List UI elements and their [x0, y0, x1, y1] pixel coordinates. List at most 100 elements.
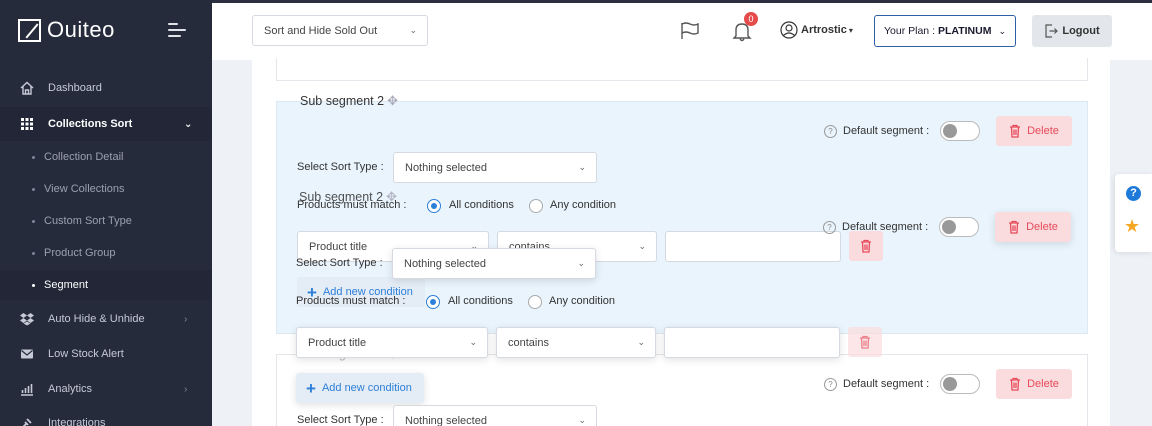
add-condition-label: Add new condition [321, 382, 412, 394]
plan-prefix: Your Plan : [884, 25, 935, 37]
sidebar-subitem-label: View Collections [44, 183, 125, 195]
default-segment-label: Default segment : [843, 125, 930, 137]
sidebar-item-collections-sort[interactable]: Collections Sort ⌄ [0, 107, 212, 141]
chevron-right-icon: › [184, 313, 188, 325]
chevron-down-icon: ⌄ [184, 118, 193, 130]
sidebar-subitem-product-group[interactable]: Product Group [0, 238, 212, 268]
sidebar-item-low-stock-alert[interactable]: Low Stock Alert [0, 337, 212, 371]
any-condition-label: Any condition [550, 199, 617, 211]
default-segment-toggle[interactable] [939, 217, 979, 237]
all-conditions-radio[interactable] [426, 295, 440, 309]
segment-title-text: Sub segment 2 [300, 94, 385, 108]
segment-title: Sub segment 2 ✥ [300, 93, 398, 109]
delete-segment-button[interactable]: Delete [996, 116, 1072, 146]
condition-value-input[interactable] [665, 231, 841, 262]
bullet-icon [32, 251, 35, 255]
condition-operator-select[interactable]: contains ⌄ [496, 327, 656, 358]
logout-button[interactable]: Logout [1032, 15, 1112, 47]
chevron-down-icon: ⌄ [578, 162, 586, 172]
top-header: Sort and Hide Sold Out ⌄ 0 Artrostic ▾ Y… [212, 0, 1152, 60]
any-condition-radio[interactable] [528, 295, 542, 309]
plan-name: PLATINUM [937, 25, 992, 37]
sidebar-item-auto-hide[interactable]: Auto Hide & Unhide › [0, 302, 212, 336]
default-segment-toggle[interactable] [940, 121, 980, 141]
mail-icon [21, 349, 33, 359]
any-condition-label: Any condition [549, 295, 616, 307]
all-conditions-label: All conditions [448, 295, 513, 307]
notification-badge: 0 [744, 12, 758, 26]
sidebar-subitem-custom-sort-type[interactable]: Custom Sort Type [0, 206, 212, 236]
chevron-down-icon: ⌄ [638, 241, 646, 251]
default-segment-label: Default segment : [842, 221, 929, 233]
delete-segment-button[interactable]: Delete [996, 369, 1072, 399]
plus-icon: + [306, 378, 316, 398]
user-menu[interactable]: Artrostic ▾ [780, 21, 853, 39]
trash-icon [1009, 220, 1020, 234]
delete-segment-button[interactable]: Delete [995, 212, 1071, 242]
bullet-icon [32, 283, 35, 287]
brand-logo[interactable]: Ouiteo [18, 17, 115, 43]
help-icon[interactable]: ? [1126, 186, 1141, 201]
logout-icon [1045, 24, 1059, 38]
any-condition-radio[interactable] [529, 199, 543, 213]
dropbox-icon [20, 313, 34, 326]
floating-help-panel: ? ★ [1115, 174, 1152, 252]
sort-type-value: Nothing selected [404, 257, 486, 270]
segment-title-text: Sub segment 2 [299, 190, 384, 204]
condition-field-select[interactable]: Product title ⌄ [296, 327, 488, 358]
default-segment-toggle[interactable] [940, 374, 980, 394]
sort-mode-select[interactable]: Sort and Hide Sold Out ⌄ [252, 15, 428, 46]
sidebar-subitem-label: Segment [44, 279, 89, 291]
trash-icon [1010, 124, 1021, 138]
match-label: Products must match : [296, 295, 406, 307]
help-circle-icon[interactable]: ? [824, 378, 837, 391]
sidebar-item-analytics[interactable]: Analytics › [0, 372, 212, 406]
previous-segment-card [276, 58, 1088, 81]
star-icon[interactable]: ★ [1124, 216, 1140, 237]
drag-handle-icon[interactable]: ✥ [387, 93, 398, 109]
user-name: Artrostic [801, 24, 847, 36]
drag-handle-icon[interactable]: ✥ [386, 189, 397, 205]
sidebar-subitem-label: Custom Sort Type [44, 215, 132, 227]
remove-condition-button[interactable] [848, 327, 882, 357]
add-condition-button[interactable]: + Add new condition [296, 373, 424, 403]
sidebar-subitem-segment[interactable]: Segment [0, 270, 212, 300]
remove-condition-button[interactable] [849, 231, 883, 261]
condition-value-input[interactable] [664, 327, 840, 358]
sidebar-subitem-collection-detail[interactable]: Collection Detail [0, 142, 212, 172]
sidebar: Ouiteo Dashboard Collections Sort ⌄ Coll… [0, 0, 212, 426]
sidebar-item-dashboard[interactable]: Dashboard [0, 71, 212, 105]
dragged-segment-title: Sub segment 2 ✥ [299, 189, 397, 205]
plan-dropdown[interactable]: Your Plan : PLATINUM ⌄ [874, 15, 1016, 47]
sidebar-item-label: Low Stock Alert [48, 348, 124, 360]
all-conditions-radio[interactable] [427, 199, 441, 213]
delete-label: Delete [1026, 221, 1058, 233]
grid-icon [21, 118, 33, 130]
sidebar-subitem-label: Collection Detail [44, 151, 124, 163]
chevron-right-icon: › [184, 383, 188, 395]
bullet-icon [32, 155, 35, 159]
caret-down-icon: ▾ [848, 25, 853, 35]
menu-toggle-icon[interactable] [168, 23, 186, 41]
trash-icon [1010, 377, 1021, 391]
sort-type-select[interactable]: Nothing selected ⌄ [392, 248, 596, 279]
flag-icon[interactable] [680, 22, 700, 40]
chevron-down-icon: ⌄ [578, 415, 586, 425]
chevron-down-icon: ⌄ [409, 25, 417, 35]
sort-type-value: Nothing selected [405, 161, 487, 174]
condition-field-value: Product title [308, 336, 367, 349]
sort-mode-value: Sort and Hide Sold Out [264, 24, 378, 37]
sort-type-label: Select Sort Type : [296, 257, 383, 269]
sidebar-item-integrations[interactable]: Integrations [0, 406, 212, 426]
sidebar-subitem-view-collections[interactable]: View Collections [0, 174, 212, 204]
condition-operator-value: contains [508, 336, 549, 349]
sidebar-subitem-label: Product Group [44, 247, 116, 259]
sort-type-value: Nothing selected [405, 414, 487, 426]
sort-type-select[interactable]: Nothing selected ⌄ [393, 152, 597, 183]
user-avatar-icon [780, 21, 798, 39]
trash-icon [860, 335, 870, 349]
delete-label: Delete [1027, 378, 1059, 390]
help-circle-icon[interactable]: ? [824, 125, 837, 138]
help-circle-icon[interactable]: ? [823, 221, 836, 234]
sort-type-select[interactable]: Nothing selected ⌄ [393, 405, 597, 426]
